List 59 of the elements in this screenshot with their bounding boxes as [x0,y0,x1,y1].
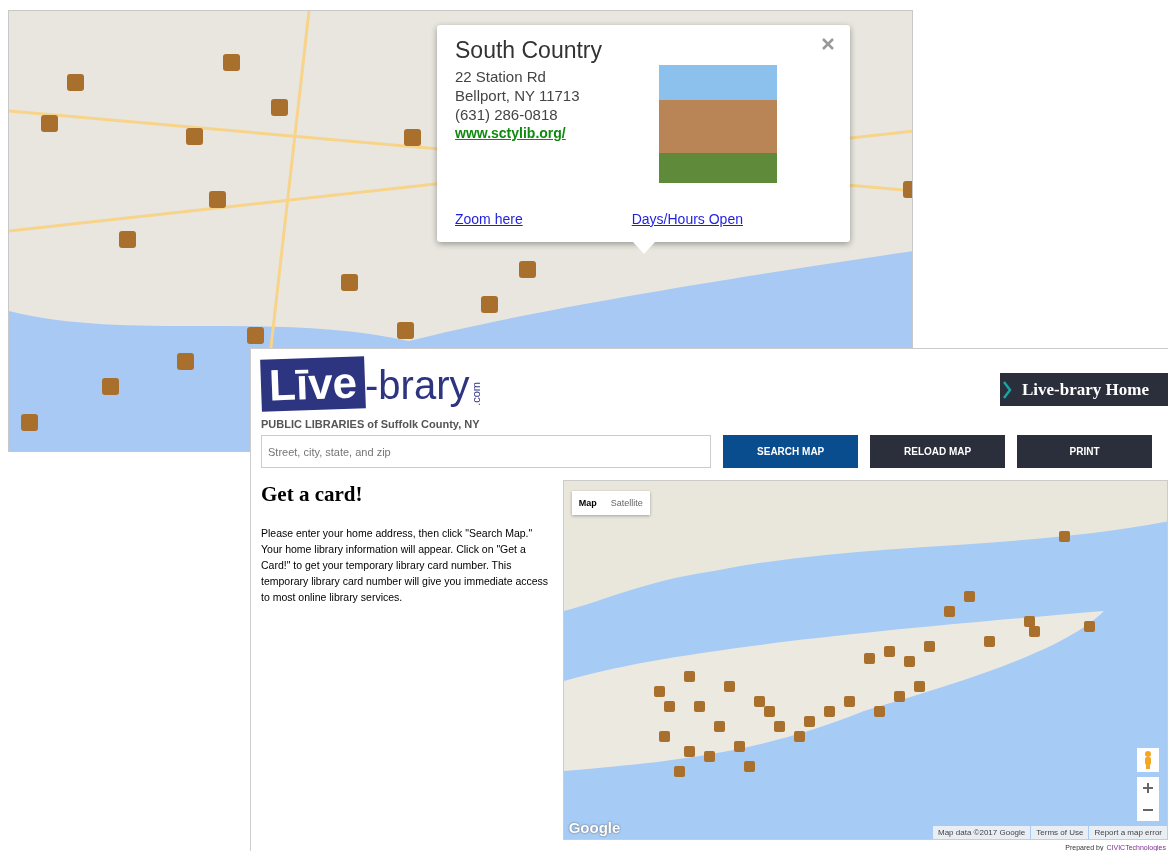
book-pin-icon[interactable] [653,686,665,697]
book-pin-icon[interactable] [923,641,935,652]
map-attribution[interactable]: Report a map error [1089,826,1167,839]
book-pin-icon[interactable] [683,671,695,682]
map-attribution: Map data ©2017 Google [933,826,1031,839]
book-pin-icon[interactable] [753,696,765,707]
book-pin-icon[interactable] [713,721,725,732]
book-pin-icon[interactable] [903,656,915,667]
phone-number: (631) 286-0818 [455,105,559,124]
book-pin-icon[interactable] [803,716,815,727]
book-pin-icon[interactable] [1023,616,1035,627]
home-link[interactable]: Live-brary Home [1000,373,1168,406]
website-link[interactable]: www.sctylib.org/ [455,125,566,141]
book-pin-icon[interactable] [793,731,805,742]
book-pin-icon[interactable] [723,681,735,692]
book-pin-icon[interactable] [1083,621,1095,632]
book-pin-icon[interactable] [943,606,955,617]
map-brand-logo: Google [568,819,621,836]
address-search-field[interactable]: Street, city, state, and zip [261,435,712,468]
site-subtitle: PUBLIC LIBRARIES of Suffolk County, NY [261,418,481,430]
pegman-icon[interactable] [1137,748,1159,772]
book-pin-icon[interactable] [683,746,695,757]
popup-link[interactable]: Days/Hours Open [631,211,743,227]
plus-icon [1143,783,1153,793]
site-logo[interactable]: Līve -brary .com [261,354,482,410]
map-type-tab[interactable]: Satellite [603,491,650,515]
intro-paragraph: Please enter your home address, then click "Search Map." Your home library information will appear. Click on "Get a Card!" to get your temporary library card number. This temporary library card number will give you immediate access to most online library services. [261,526,550,605]
section-heading: Get a card! [261,482,364,507]
book-pin-icon[interactable] [863,653,875,664]
book-pin-icon[interactable] [1028,626,1040,637]
book-pin-icon[interactable] [658,731,670,742]
book-pin-icon[interactable] [983,636,995,647]
action-button[interactable]: SEARCH MAP [723,435,859,468]
action-button[interactable]: PRINT [1017,435,1152,468]
book-pin-icon[interactable] [693,701,705,712]
street-address: 22 Station Rd [455,67,547,86]
book-pin-icon[interactable] [703,751,715,762]
map-attribution[interactable]: Terms of Use [1031,826,1089,839]
book-pin-icon[interactable] [773,721,785,732]
map-type-tab[interactable]: Map [571,491,604,515]
book-pin-icon[interactable] [963,591,975,602]
book-pin-icon[interactable] [843,696,855,707]
book-pin-icon[interactable] [823,706,835,717]
chevron-icon [1002,379,1012,400]
book-pin-icon[interactable] [733,741,745,752]
book-pin-icon[interactable] [663,701,675,712]
city-address: Bellport, NY 11713 [455,86,581,105]
book-pin-icon[interactable] [873,706,885,717]
book-pin-icon[interactable] [763,706,775,717]
book-pin-icon[interactable] [883,646,895,657]
popup-link[interactable]: Zoom here [455,211,523,227]
book-pin-icon[interactable] [893,691,905,702]
library-name: South Country [455,37,604,64]
close-icon[interactable] [822,38,834,50]
book-pin-icon[interactable] [1058,531,1070,542]
book-pin-icon[interactable] [673,766,685,777]
book-pin-icon[interactable] [913,681,925,692]
action-button[interactable]: RELOAD MAP [870,435,1006,468]
book-pin-icon[interactable] [743,761,755,772]
